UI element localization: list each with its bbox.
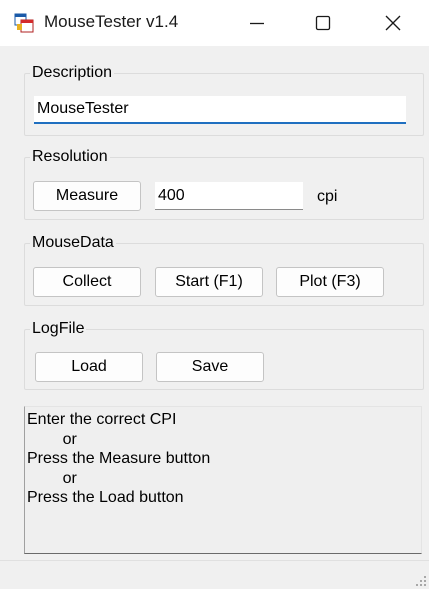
close-button[interactable] <box>357 0 429 46</box>
status-bar <box>0 560 429 589</box>
plot-button[interactable]: Plot (F3) <box>276 267 384 297</box>
window-title: MouseTester v1.4 <box>44 12 179 31</box>
resize-grip-icon[interactable] <box>412 572 426 586</box>
log-line: Press the Measure button <box>27 450 211 467</box>
log-line: Press the Load button <box>27 489 184 506</box>
start-button[interactable]: Start (F1) <box>155 267 263 297</box>
minimize-button[interactable] <box>221 0 293 46</box>
log-line: or <box>27 430 77 448</box>
minimize-icon <box>250 22 264 25</box>
save-button[interactable]: Save <box>156 352 264 382</box>
main-panel: Description Resolution Measure cpi Mouse… <box>8 52 424 576</box>
log-output[interactable]: Enter the correct CPI or Press the Measu… <box>24 406 422 554</box>
logfile-legend: LogFile <box>32 320 85 337</box>
resolution-legend: Resolution <box>32 148 108 165</box>
app-icon <box>14 13 34 33</box>
cpi-unit-label: cpi <box>317 188 338 205</box>
log-line: or <box>27 469 77 487</box>
log-line: Enter the correct CPI <box>27 411 177 428</box>
title-bar: MouseTester v1.4 <box>0 0 429 46</box>
collect-button[interactable]: Collect <box>33 267 141 297</box>
load-button[interactable]: Load <box>35 352 143 382</box>
close-icon <box>385 15 401 31</box>
mousedata-legend: MouseData <box>32 234 114 251</box>
description-input[interactable] <box>34 96 406 124</box>
maximize-button[interactable] <box>287 0 359 46</box>
maximize-icon <box>315 15 331 31</box>
cpi-input[interactable] <box>155 182 303 210</box>
description-legend: Description <box>32 64 113 81</box>
measure-button[interactable]: Measure <box>33 181 141 211</box>
